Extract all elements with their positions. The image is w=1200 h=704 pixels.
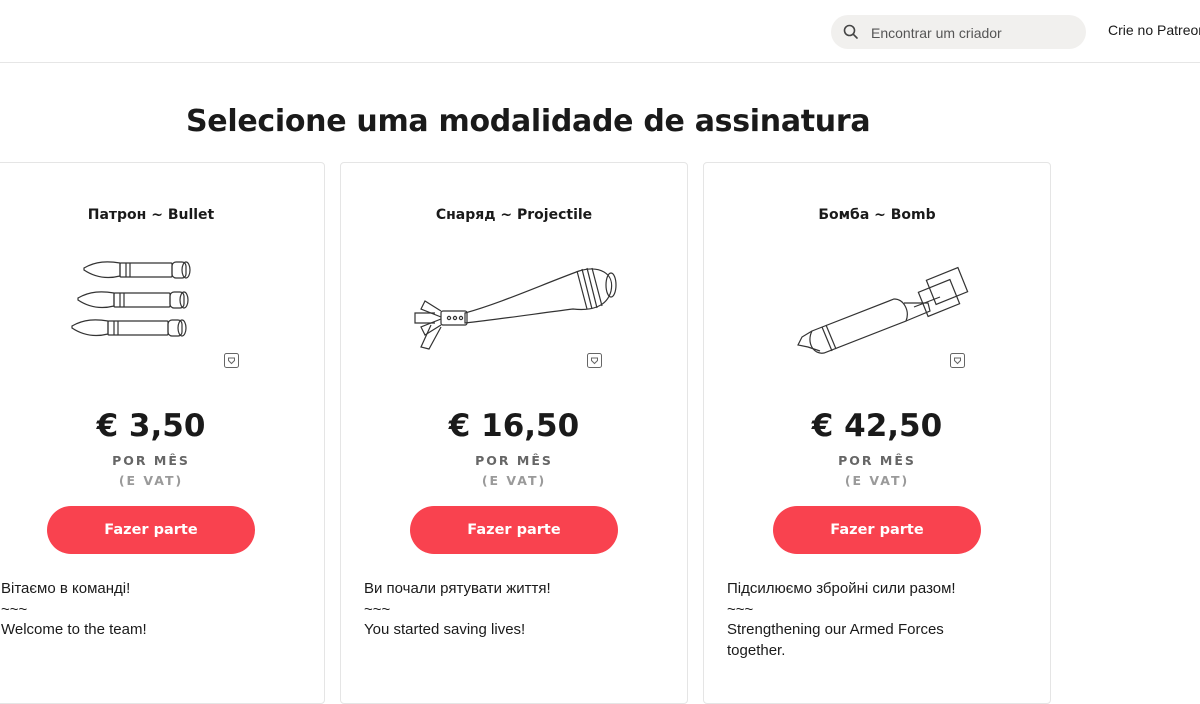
- description-line: Підсилюємо збройні сили разом!: [727, 580, 956, 597]
- mortar-shell-icon: [414, 267, 617, 350]
- tier-description: Ви почали рятувати життя! ~~~ You starte…: [364, 579, 664, 641]
- search-box[interactable]: [831, 15, 1086, 51]
- top-bar: Crie no Patreon: [0, 0, 1200, 63]
- tier-period: POR MÊS: [838, 453, 916, 468]
- tier-vat-note: (E VAT): [118, 473, 184, 488]
- tier-name: Бомба ~ Bomb: [818, 207, 936, 223]
- description-line: You started saving lives!: [364, 621, 526, 638]
- info-badge-icon[interactable]: [950, 353, 965, 368]
- tier-name: Снаряд ~ Projectile: [435, 207, 593, 223]
- bullets-icon: [71, 261, 191, 337]
- create-on-patreon-link[interactable]: Crie no Patreon: [1108, 22, 1200, 38]
- description-line: ~~~: [1, 600, 28, 618]
- description-line: ~~~: [727, 600, 754, 618]
- bomb-icon: [797, 266, 969, 354]
- tier-description: Підсилюємо збройні сили разом! ~~~ Stren…: [727, 579, 1027, 661]
- join-button[interactable]: Fazer parte: [410, 506, 618, 554]
- description-line: Welcome to the team!: [1, 621, 147, 638]
- tier-card-bullet: Патрон ~ Bullet € 3,50 POR MÊS (E VAT) F…: [0, 162, 325, 704]
- tier-vat-note: (E VAT): [481, 473, 547, 488]
- tier-name: Патрон ~ Bullet: [87, 207, 215, 223]
- description-line: Вітаємо в команді!: [1, 580, 131, 597]
- tier-period: POR MÊS: [112, 453, 190, 468]
- search-icon: [843, 24, 858, 39]
- tier-card-bomb: Бомба ~ Bomb € 42,50 POR MÊS (E VAT) Faz…: [703, 162, 1051, 704]
- tier-price: € 42,50: [811, 408, 943, 444]
- description-line: ~~~: [364, 600, 391, 618]
- tier-description: Вітаємо в команді! ~~~ Welcome to the te…: [1, 579, 301, 641]
- description-line: Strengthening our Armed Forces together.: [727, 621, 944, 659]
- description-line: Ви почали рятувати життя!: [364, 580, 551, 597]
- tier-period: POR MÊS: [475, 453, 553, 468]
- join-button[interactable]: Fazer parte: [47, 506, 255, 554]
- join-button[interactable]: Fazer parte: [773, 506, 981, 554]
- tier-card-projectile: Снаряд ~ Projectile € 16,50 POR MÊS (E V…: [340, 162, 688, 704]
- info-badge-icon[interactable]: [224, 353, 239, 368]
- tier-vat-note: (E VAT): [844, 473, 910, 488]
- page-title: Selecione uma modalidade de assinatura: [186, 104, 871, 139]
- tier-price: € 16,50: [448, 408, 580, 444]
- tier-price: € 3,50: [96, 408, 206, 444]
- search-input[interactable]: [869, 15, 1078, 51]
- info-badge-icon[interactable]: [587, 353, 602, 368]
